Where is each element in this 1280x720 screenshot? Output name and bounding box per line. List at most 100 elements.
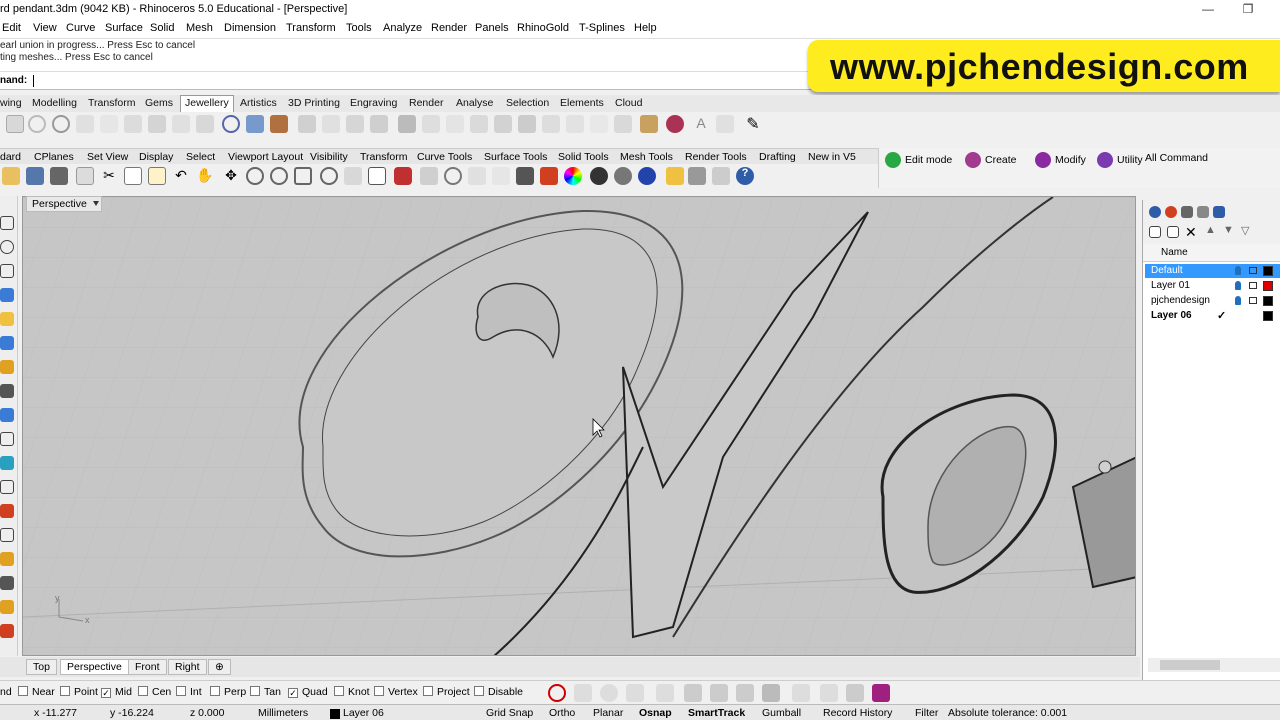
layer-icon[interactable] [540, 167, 558, 185]
osnap-tool-icon[interactable] [736, 684, 754, 702]
osnap-disable[interactable]: Disable [474, 686, 523, 698]
layer-color-swatch[interactable] [1263, 281, 1273, 291]
zoom-selected-icon[interactable] [320, 167, 338, 185]
filter-toggle[interactable]: Filter [915, 707, 938, 719]
tab-standard[interactable]: dard [0, 151, 21, 163]
osnap-project[interactable]: Project [423, 686, 470, 698]
planar-toggle[interactable]: Planar [593, 707, 623, 719]
layer-color-swatch[interactable] [1263, 311, 1273, 321]
checkbox[interactable] [176, 686, 186, 696]
checkbox[interactable] [374, 686, 384, 696]
menu-surface[interactable]: Surface [105, 22, 143, 34]
osnap-tool-icon[interactable] [710, 684, 728, 702]
block-tool-icon[interactable] [0, 576, 14, 590]
menu-edit[interactable]: Edit [2, 22, 21, 34]
osnap-mid[interactable]: Mid [101, 686, 132, 698]
dots-icon[interactable] [614, 115, 632, 133]
scroll-thumb[interactable] [1160, 660, 1220, 670]
panel-tab-icon[interactable] [1197, 206, 1209, 218]
panel-tab-icon[interactable] [1213, 206, 1225, 218]
checkbox[interactable] [210, 686, 220, 696]
osnap-tool-icon[interactable] [600, 684, 618, 702]
lock-icon[interactable] [1249, 282, 1257, 289]
filter-icon[interactable]: ▽ [1241, 224, 1259, 242]
osnap-tool-icon[interactable] [792, 684, 810, 702]
earring-icon[interactable] [270, 115, 288, 133]
tab-render-tools[interactable]: Render Tools [685, 151, 747, 163]
checkbox[interactable] [18, 686, 28, 696]
menu-panels[interactable]: Panels [475, 22, 509, 34]
tab-3d-printing[interactable]: 3D Printing [288, 97, 340, 109]
checkbox[interactable] [138, 686, 148, 696]
viewport-menu-arrow-icon[interactable] [93, 201, 99, 206]
tab-curve-tools[interactable]: Curve Tools [417, 151, 472, 163]
rectangle-tool-icon[interactable] [0, 264, 14, 278]
gumball-toggle[interactable]: Gumball [762, 707, 801, 719]
circle-select-icon[interactable] [444, 167, 462, 185]
light-icon[interactable] [492, 167, 510, 185]
osnap-tan[interactable]: Tan [250, 686, 281, 698]
zoom-window-icon[interactable] [270, 167, 288, 185]
visibility-bulb-icon[interactable] [1235, 281, 1241, 290]
grid-icon[interactable] [518, 115, 536, 133]
pendant-icon[interactable] [246, 115, 264, 133]
panel-tab-icon[interactable] [1149, 206, 1161, 218]
zoom-icon[interactable] [246, 167, 264, 185]
heart-icon[interactable] [322, 115, 340, 133]
smarttrack-toggle[interactable]: SmartTrack [688, 707, 745, 719]
analyze-tool-icon[interactable] [0, 456, 14, 470]
panel-tab-icon[interactable] [1165, 206, 1177, 218]
tab-right[interactable]: Right [168, 659, 207, 675]
menu-curve[interactable]: Curve [66, 22, 95, 34]
tab-artistics[interactable]: Artistics [240, 97, 277, 109]
point-tool-icon[interactable] [0, 216, 14, 230]
wave-icon[interactable] [422, 115, 440, 133]
tab-select[interactable]: Select [186, 151, 215, 163]
tab-render[interactable]: Render [409, 97, 443, 109]
render-sphere-icon[interactable] [590, 167, 608, 185]
record-history-toggle[interactable]: Record History [823, 707, 892, 719]
create-button[interactable]: Create [965, 152, 1017, 168]
tab-drafting[interactable]: Drafting [759, 151, 796, 163]
arrow-icon[interactable] [346, 115, 364, 133]
tab-transform[interactable]: Transform [360, 151, 407, 163]
pencil-icon[interactable]: ✎ [744, 114, 762, 133]
gem-setting-icon[interactable] [666, 115, 684, 133]
checkbox[interactable] [250, 686, 260, 696]
tab-cloud[interactable]: Cloud [615, 97, 642, 109]
osnap-knot[interactable]: Knot [334, 686, 370, 698]
tab-mesh-tools[interactable]: Mesh Tools [620, 151, 673, 163]
modify-button[interactable]: Modify [1035, 152, 1086, 168]
panel-tab-icon[interactable] [1181, 206, 1193, 218]
save-icon[interactable] [26, 167, 44, 185]
menu-dimension[interactable]: Dimension [224, 22, 276, 34]
copy-icon[interactable] [124, 167, 142, 185]
edit-mode-button[interactable]: Edit mode [885, 152, 952, 168]
osnap-tool-icon[interactable] [574, 684, 592, 702]
osnap-perp[interactable]: Perp [210, 686, 246, 698]
current-layer[interactable]: Layer 06 [343, 707, 384, 719]
link-icon[interactable] [446, 115, 464, 133]
tab-modelling[interactable]: Modelling [32, 97, 77, 109]
braid-icon[interactable] [470, 115, 488, 133]
ortho-toggle[interactable]: Ortho [549, 707, 575, 719]
spray-icon[interactable] [590, 115, 608, 133]
pave-icon[interactable] [298, 115, 316, 133]
pan-icon[interactable]: ✋ [196, 167, 214, 185]
cup-icon[interactable] [76, 115, 94, 133]
filigree-icon[interactable] [398, 115, 416, 133]
surface-tool-icon[interactable] [0, 288, 14, 302]
lock-icon[interactable] [1249, 267, 1257, 274]
menu-tsplines[interactable]: T-Splines [579, 22, 625, 34]
menu-solid[interactable]: Solid [150, 22, 174, 34]
layer-row-default[interactable]: Default [1145, 264, 1280, 278]
checkbox[interactable] [474, 686, 484, 696]
trim-tool-icon[interactable] [0, 384, 14, 398]
tab-visibility[interactable]: Visibility [310, 151, 348, 163]
tab-elements[interactable]: Elements [560, 97, 604, 109]
tab-set-view[interactable]: Set View [87, 151, 128, 163]
tab-solid-tools[interactable]: Solid Tools [558, 151, 609, 163]
zoom-extents-icon[interactable] [294, 167, 312, 185]
layers-scrollbar[interactable] [1148, 658, 1280, 672]
four-views-icon[interactable] [368, 167, 386, 185]
